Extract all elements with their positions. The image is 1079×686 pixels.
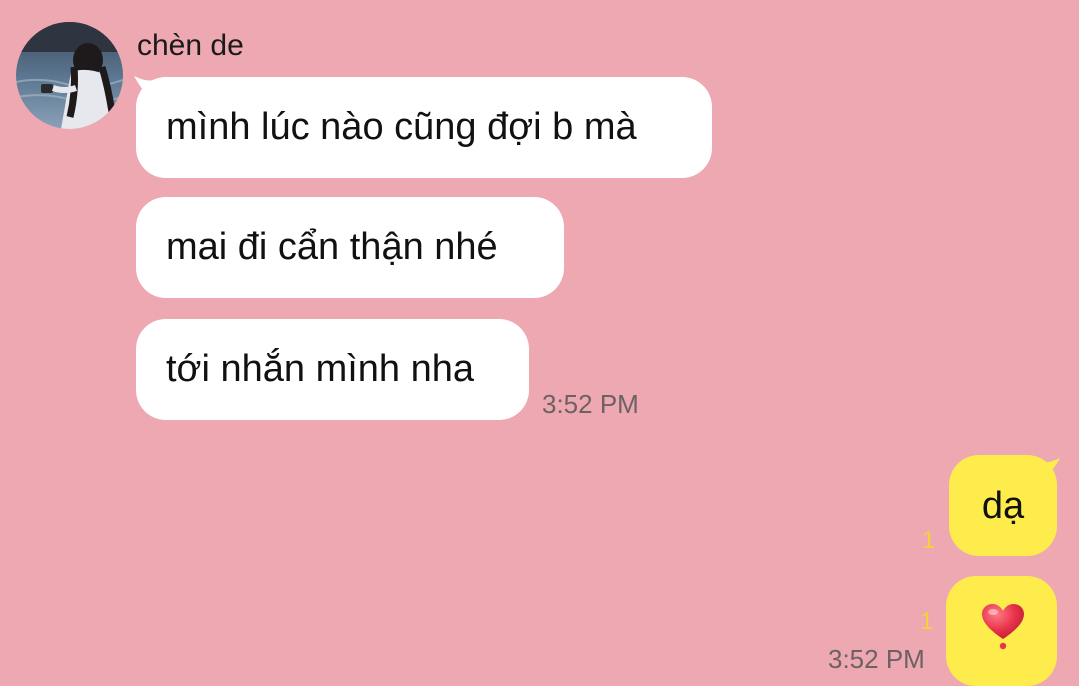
outgoing-message-1[interactable]: dạ (949, 455, 1057, 556)
contact-avatar[interactable] (16, 22, 123, 129)
unread-count-badge: 1 (922, 527, 936, 554)
heart-icon (982, 604, 1024, 650)
unread-count-badge: 1 (920, 608, 934, 635)
contact-name: chèn de (137, 29, 244, 62)
message-text: mai đi cẩn thận nhé (166, 226, 498, 268)
incoming-message-1[interactable]: mình lúc nào cũng đợi b mà (136, 77, 712, 178)
outgoing-timestamp: 3:52 PM (828, 644, 925, 674)
message-text: mình lúc nào cũng đợi b mà (166, 106, 637, 148)
incoming-message-2[interactable]: mai đi cẩn thận nhé (136, 197, 564, 298)
incoming-message-3[interactable]: tới nhắn mình nha (136, 319, 529, 420)
incoming-timestamp: 3:52 PM (542, 389, 639, 419)
message-text: dạ (981, 485, 1025, 527)
message-text: tới nhắn mình nha (166, 348, 475, 390)
profile-photo (16, 22, 123, 129)
